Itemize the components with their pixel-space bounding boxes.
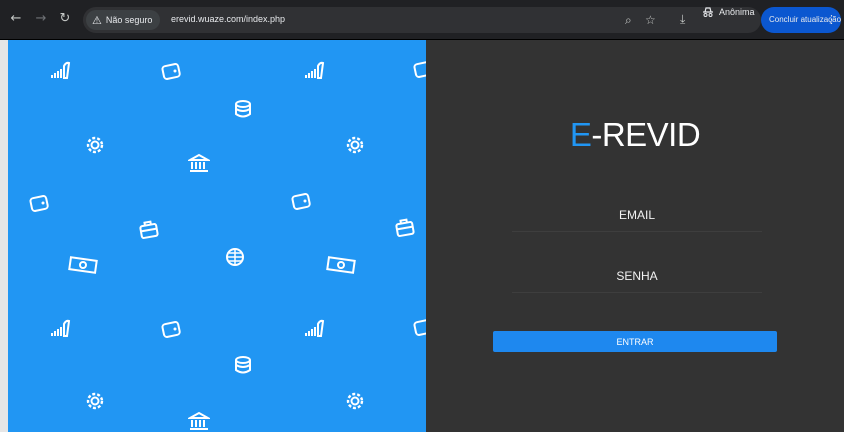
bank-icon bbox=[188, 152, 210, 174]
brand-title: E-REVID bbox=[426, 116, 844, 154]
address-bar[interactable]: ⚠ Não seguro erevid.wuaze.com/index.php … bbox=[83, 7, 761, 33]
gear-icon bbox=[84, 134, 106, 156]
wallet-icon bbox=[290, 190, 312, 212]
back-arrow-icon[interactable]: ← bbox=[8, 11, 24, 27]
incognito-label: Anônima bbox=[719, 7, 755, 17]
brand-letter: E bbox=[569, 116, 592, 153]
wallet-icon bbox=[28, 192, 50, 214]
briefcase-icon bbox=[138, 218, 160, 240]
forward-arrow-icon[interactable]: → bbox=[33, 11, 49, 27]
email-field[interactable] bbox=[512, 198, 762, 232]
chart-icon bbox=[304, 318, 326, 340]
brand-name: -REVID bbox=[591, 116, 701, 153]
chart-icon bbox=[304, 60, 326, 82]
gear-icon bbox=[344, 390, 366, 412]
magnifier-icon[interactable]: ⌕ bbox=[625, 13, 632, 28]
star-icon[interactable]: ☆ bbox=[645, 13, 656, 27]
wallet-icon bbox=[412, 316, 426, 338]
security-chip[interactable]: ⚠ Não seguro bbox=[86, 10, 161, 30]
banknote-icon bbox=[326, 254, 356, 276]
browser-window: ← → ↻ ⚠ Não seguro erevid.wuaze.com/inde… bbox=[0, 0, 844, 432]
pattern-panel bbox=[8, 40, 426, 432]
warning-icon: ⚠ bbox=[92, 13, 102, 27]
bank-icon bbox=[188, 410, 210, 432]
gear-icon bbox=[84, 390, 106, 412]
coins-icon bbox=[232, 354, 254, 376]
incognito-indicator[interactable]: Anônima bbox=[702, 7, 755, 17]
incognito-icon bbox=[703, 7, 713, 17]
briefcase-icon bbox=[394, 216, 416, 238]
wallet-icon bbox=[160, 318, 182, 340]
banknote-icon bbox=[68, 254, 98, 276]
chart-icon bbox=[50, 60, 72, 82]
url-text[interactable]: erevid.wuaze.com/index.php bbox=[171, 14, 285, 24]
download-icon[interactable]: ⤓ bbox=[680, 12, 685, 27]
chart-icon bbox=[50, 318, 72, 340]
globe-icon bbox=[224, 246, 246, 268]
gear-icon bbox=[344, 134, 366, 156]
wallet-icon bbox=[412, 58, 426, 80]
password-field[interactable] bbox=[512, 259, 762, 293]
reload-icon[interactable]: ↻ bbox=[57, 11, 73, 27]
wallet-icon bbox=[160, 60, 182, 82]
update-button[interactable]: Concluir atualização ⋮ bbox=[761, 7, 841, 33]
page-edge bbox=[0, 40, 8, 432]
menu-dots-icon[interactable]: ⋮ bbox=[826, 7, 837, 33]
login-button[interactable]: ENTRAR bbox=[493, 331, 777, 352]
security-label: Não seguro bbox=[105, 15, 153, 25]
browser-toolbar: ← → ↻ ⚠ Não seguro erevid.wuaze.com/inde… bbox=[0, 0, 844, 40]
login-panel: E-REVID ENTRAR bbox=[426, 40, 844, 432]
coins-icon bbox=[232, 98, 254, 120]
